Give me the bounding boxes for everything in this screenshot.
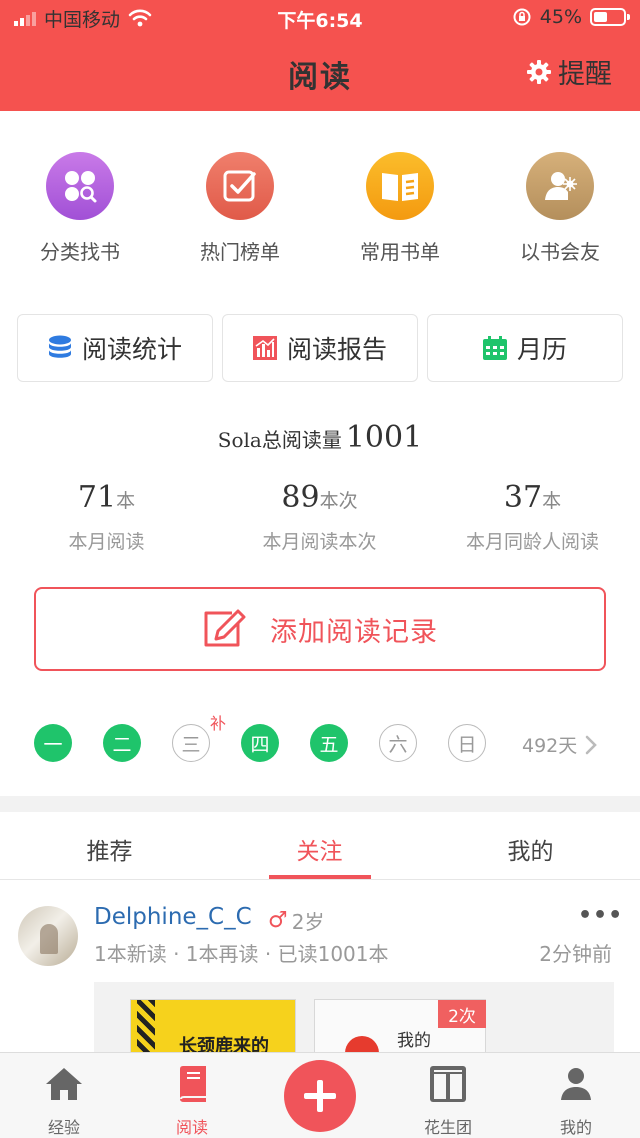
checklist-icon [206,152,274,220]
day-mon[interactable]: 一 [34,724,72,762]
reading-report-button[interactable]: 阅读报告 [222,314,418,382]
day-sat[interactable]: 六 [379,724,417,762]
tab-mine[interactable]: 我的 [424,832,637,866]
book-cover[interactable]: 长颈鹿来的 [130,999,296,1059]
add-button[interactable] [284,1060,356,1132]
stat-unit: 本 [542,490,562,512]
add-reading-record-button[interactable]: 添加阅读记录 [34,587,606,671]
stat-value: 71 [77,480,117,515]
tool-label: 阅读报告 [286,335,387,364]
tab-following[interactable]: 关注 [213,832,426,866]
entry-label: 分类找书 [40,240,120,264]
stat-label: 本月同龄人阅读 [465,531,599,553]
database-icon [48,335,71,358]
day-thu[interactable]: 四 [241,724,279,762]
nav-reading[interactable]: 阅读 [128,1064,256,1138]
stat-month-books: 71本 本月阅读 [0,480,213,554]
stat-month-sessions: 89本次 本月阅读本次 [213,480,426,554]
total-days-link[interactable]: 492天 [522,731,598,758]
nav-label: 阅读 [175,1118,208,1137]
total-reading-summary: Sola总阅读量 1001 [0,420,640,455]
group-icon [430,1066,466,1102]
day-fri[interactable]: 五 [310,724,348,762]
stat-value: 89 [281,480,320,515]
total-days: 492天 [522,735,578,757]
gear-icon [527,59,551,84]
status-bar-right: 45% [512,6,630,28]
avatar[interactable] [18,906,78,966]
calendar-button[interactable]: 月历 [427,314,623,382]
stat-peer-books: 37本 本月同龄人阅读 [426,480,639,554]
nav-label: 我的 [559,1118,592,1137]
entry-hot-list[interactable]: 热门榜单 [160,152,320,265]
day-tue[interactable]: 二 [103,724,141,762]
post-gender-age: ♂ 2岁 [268,906,324,935]
nav-experience[interactable]: 经验 [0,1064,128,1138]
post-age: 2岁 [291,910,325,934]
entry-label: 热门榜单 [200,240,280,264]
day-wed[interactable]: 三 [172,724,210,762]
total-count: 1001 [345,420,423,455]
tab-recommend[interactable]: 推荐 [3,832,216,866]
post-username[interactable]: Delphine_C_C [94,904,252,930]
book-icon [180,1066,206,1102]
total-prefix: Sola总阅读量 [217,428,342,452]
entry-label: 常用书单 [360,240,440,264]
nav-label: 花生团 [423,1118,472,1137]
person-icon [561,1068,591,1100]
battery-percent: 45% [539,6,582,28]
nav-mine[interactable]: 我的 [512,1064,640,1138]
day-sun[interactable]: 日 [448,724,486,762]
orientation-lock-icon [513,8,531,26]
chevron-right-icon [585,735,598,754]
more-options-button[interactable]: ••• [578,903,623,928]
book-cover-title: 我的 [397,1031,431,1051]
tool-label: 阅读统计 [81,335,182,364]
tabs-border [0,879,640,880]
book-cover-decoration [137,1000,155,1058]
post-time: 2分钟前 [539,942,612,966]
entry-reader-friends[interactable]: 以书会友 [480,152,640,265]
makeup-tag[interactable]: 补 [210,710,226,734]
entry-label: 以书会友 [520,240,600,264]
remind-button[interactable]: 提醒 [526,52,612,91]
remind-label: 提醒 [558,59,612,90]
times-badge: 2次 [438,1000,486,1028]
home-icon [46,1068,82,1100]
reading-stats-button[interactable]: 阅读统计 [17,314,213,382]
entry-book-list[interactable]: 常用书单 [320,152,480,265]
stat-value: 37 [503,480,543,515]
reader-friend-icon [526,152,594,220]
entry-category-search[interactable]: 分类找书 [0,152,160,265]
section-divider [0,796,640,812]
calendar-icon [482,336,507,360]
edit-icon [204,609,246,647]
stat-unit: 本次 [319,490,358,512]
stat-label: 本月阅读本次 [262,531,377,553]
nav-label: 经验 [47,1118,80,1137]
plus-icon [304,1080,336,1112]
post-meta: 1本新读 · 1本再读 · 已读1001本 [94,942,389,966]
stat-label: 本月阅读 [68,531,145,553]
stat-unit: 本 [116,490,136,512]
battery-icon [590,8,630,26]
tool-label: 月历 [516,335,567,364]
bar-chart-icon [252,336,277,360]
male-icon: ♂ [268,908,288,933]
add-record-label: 添加阅读记录 [270,616,438,648]
book-list-icon [366,152,434,220]
category-search-icon [46,152,114,220]
nav-peanut-group[interactable]: 花生团 [384,1064,512,1138]
